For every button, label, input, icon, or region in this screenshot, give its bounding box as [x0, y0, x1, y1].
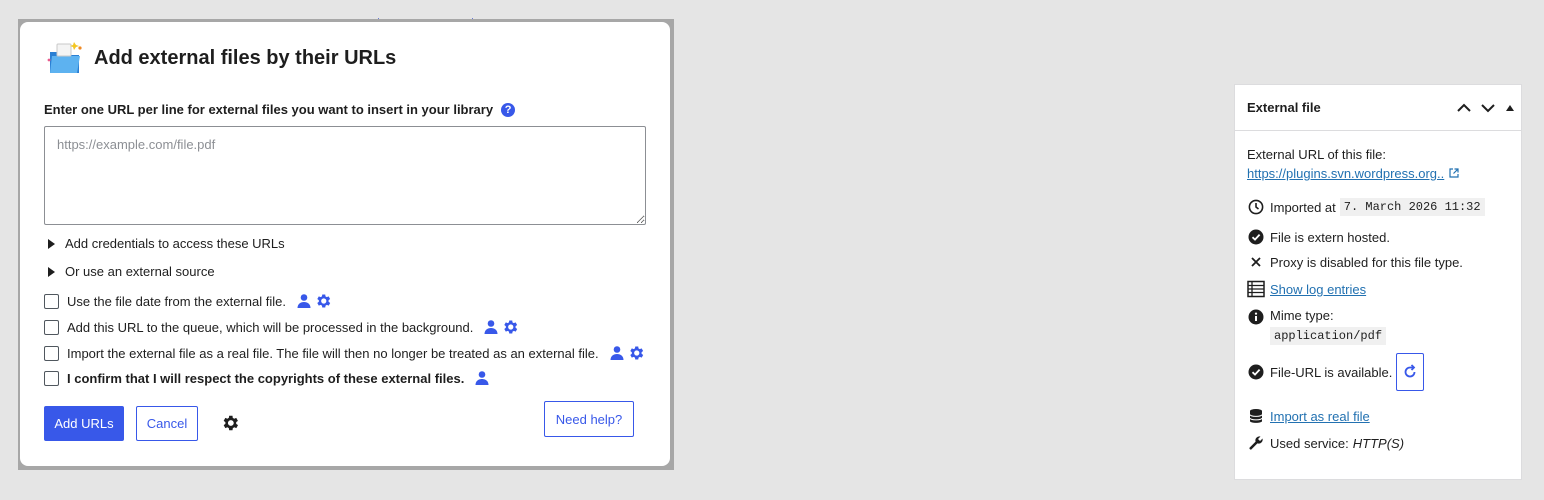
- copyright-checkbox[interactable]: [44, 370, 59, 386]
- external-source-disclosure-label: Or use an external source: [65, 264, 215, 279]
- panel-title: External file: [1247, 100, 1321, 115]
- option-file-date: Use the file date from the external file…: [44, 292, 332, 310]
- external-url-label: External URL of this file:: [1247, 147, 1386, 162]
- url-textarea[interactable]: [44, 126, 646, 225]
- user-icon: [484, 320, 498, 334]
- real-file-label: Import the external file as a real file.…: [67, 345, 599, 361]
- extern-hosted-text: File is extern hosted.: [1270, 229, 1390, 245]
- file-date-checkbox[interactable]: [44, 293, 59, 309]
- collapse-toggle-icon[interactable]: [1505, 104, 1515, 112]
- database-icon: [1247, 407, 1265, 425]
- refresh-icon: [1404, 364, 1416, 378]
- option-real-file: Import the external file as a real file.…: [44, 344, 645, 362]
- external-url-label-text: External URL of this file:: [1247, 147, 1386, 162]
- external-source-disclosure[interactable]: Or use an external source: [48, 264, 215, 279]
- imported-at-value: 7. March 2026 11:32: [1339, 198, 1485, 216]
- list-view-icon: [1247, 280, 1265, 298]
- log-entries-row: Show log entries: [1247, 280, 1366, 298]
- external-file-panel: External file External URL of this file:…: [1234, 84, 1522, 480]
- used-service-row: Used service: HTTP(S): [1247, 434, 1404, 452]
- show-log-entries-link[interactable]: Show log entries: [1270, 282, 1366, 297]
- user-icon: [610, 346, 624, 360]
- move-up-icon[interactable]: [1457, 103, 1471, 113]
- disclosure-triangle-icon: [48, 266, 55, 277]
- cancel-button[interactable]: Cancel: [136, 406, 198, 441]
- add-urls-button[interactable]: Add URLs: [44, 406, 124, 441]
- availability-text: File-URL is available.: [1270, 364, 1393, 380]
- imported-at-row: Imported at 7. March 2026 11:32: [1247, 198, 1485, 216]
- used-service-label: Used service:: [1270, 435, 1349, 451]
- panel-header: External file: [1235, 85, 1521, 131]
- external-url-row: https://plugins.svn.wordpress.org..: [1247, 166, 1459, 181]
- import-real-file-row: Import as real file: [1247, 407, 1370, 425]
- check-circle-icon: [1247, 228, 1265, 246]
- wrench-icon: [1247, 434, 1265, 452]
- mime-type-label: Mime type:: [1270, 308, 1334, 323]
- extern-hosted-row: File is extern hosted.: [1247, 228, 1390, 246]
- check-circle-icon: [1247, 363, 1265, 381]
- dialog-title: Add external files by their URLs: [94, 46, 397, 69]
- open-folder-icon: [44, 38, 86, 78]
- dialog-header: Add external files by their URLs: [44, 38, 396, 78]
- queue-checkbox[interactable]: [44, 319, 59, 335]
- credentials-disclosure[interactable]: Add credentials to access these URLs: [48, 236, 285, 251]
- option-copyright: I confirm that I will respect the copyri…: [44, 370, 490, 386]
- real-file-checkbox[interactable]: [44, 345, 59, 361]
- url-prompt-label: Enter one URL per line for external file…: [44, 102, 494, 117]
- copyright-label: I confirm that I will respect the copyri…: [67, 370, 465, 386]
- gear-icon: [317, 294, 331, 308]
- mime-type-row: Mime type: application/pdf: [1247, 308, 1387, 345]
- info-icon: [1247, 308, 1265, 326]
- external-link-icon: [1449, 166, 1459, 181]
- external-url-link[interactable]: https://plugins.svn.wordpress.org..: [1247, 166, 1444, 181]
- file-date-label: Use the file date from the external file…: [67, 293, 286, 309]
- move-down-icon[interactable]: [1481, 103, 1495, 113]
- import-as-real-file-link[interactable]: Import as real file: [1270, 409, 1370, 424]
- option-queue: Add this URL to the queue, which will be…: [44, 318, 519, 336]
- gear-icon: [629, 346, 643, 360]
- user-icon: [475, 371, 489, 385]
- x-mark-icon: [1247, 253, 1265, 271]
- used-service-value: HTTP(S): [1352, 435, 1405, 451]
- proxy-status-row: Proxy is disabled for this file type.: [1247, 253, 1463, 271]
- mime-type-value: application/pdf: [1270, 327, 1387, 345]
- need-help-button[interactable]: Need help?: [544, 401, 634, 437]
- help-icon[interactable]: ?: [501, 102, 516, 117]
- disclosure-triangle-icon: [48, 238, 55, 249]
- recheck-availability-button[interactable]: [1396, 353, 1425, 391]
- availability-row: File-URL is available.: [1247, 353, 1425, 391]
- url-prompt: Enter one URL per line for external file…: [44, 102, 516, 117]
- credentials-disclosure-label: Add credentials to access these URLs: [65, 236, 285, 251]
- proxy-status-text: Proxy is disabled for this file type.: [1270, 254, 1463, 270]
- gear-icon: [504, 320, 518, 334]
- queue-label: Add this URL to the queue, which will be…: [67, 319, 474, 335]
- imported-at-label: Imported at: [1270, 199, 1336, 215]
- add-external-files-dialog: Add external files by their URLs Enter o…: [20, 22, 670, 466]
- settings-gear-icon[interactable]: [220, 413, 240, 436]
- user-icon: [297, 294, 311, 308]
- clock-icon: [1247, 198, 1265, 216]
